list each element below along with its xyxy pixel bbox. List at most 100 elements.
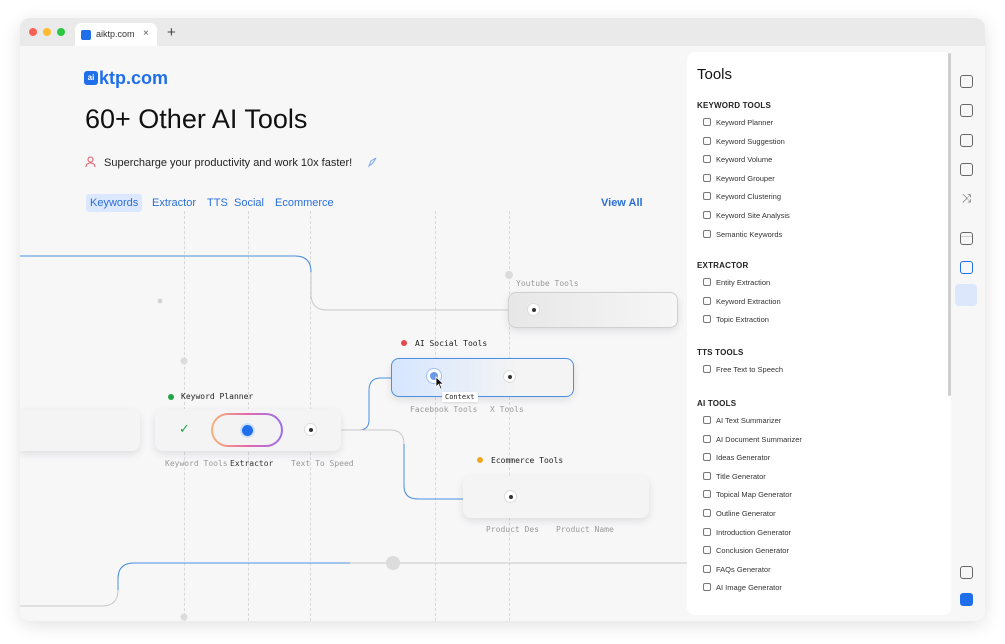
tool-label: Introduction Generator <box>716 527 792 537</box>
tools-list-item[interactable]: Ideas Generator <box>703 453 770 465</box>
tool-icon <box>703 471 711 480</box>
ecommerce-tools-card[interactable] <box>463 476 649 518</box>
tool-label: Semantic Keywords <box>716 229 783 239</box>
youtube-node[interactable] <box>528 304 539 315</box>
tools-list-item[interactable]: Topic Extraction <box>703 315 769 327</box>
tool-label: Entity Extraction <box>716 278 771 287</box>
tool-icon <box>703 136 711 145</box>
browser-window: aiktp.com × + ai ktp.com 60+ Other AI To… <box>20 18 985 621</box>
social-status-icon <box>401 340 407 346</box>
tool-label: Topic Extraction <box>716 315 769 325</box>
context-tooltip: Context <box>442 392 478 402</box>
tool-icon <box>703 416 711 424</box>
extractor-selector[interactable] <box>211 413 283 447</box>
tools-section-heading: KEYWORD TOOLS <box>697 101 772 110</box>
tool-icon <box>703 155 711 164</box>
tools-section-heading: TTS TOOLS <box>697 348 744 357</box>
tool-label: Keyword Site Analysis <box>716 211 790 220</box>
tools-panel-scrollbar[interactable] <box>948 53 951 396</box>
keyword-planner-card[interactable]: ✓ <box>155 409 341 451</box>
tools-list-item[interactable]: Keyword Site Analysis <box>703 211 790 223</box>
document-icon[interactable] <box>960 163 973 176</box>
social-tools-card[interactable] <box>391 358 574 397</box>
tools-list-item[interactable]: AI Text Summarizer <box>703 416 781 428</box>
notes-icon[interactable] <box>960 566 973 579</box>
tools-list-item[interactable]: Keyword Clustering <box>703 192 781 204</box>
tools-list-item[interactable]: Outline Generator <box>703 509 776 521</box>
tool-icon <box>703 211 711 219</box>
shuffle-icon[interactable]: ⤨ <box>960 192 973 205</box>
tool-label: Keyword Volume <box>716 155 773 165</box>
tools-list-item[interactable]: Keyword Suggestion <box>703 136 785 149</box>
tool-icon <box>703 583 711 592</box>
tools-list-item[interactable]: Topical Map Generator <box>703 490 792 502</box>
tools-list-item[interactable]: Keyword Grouper <box>703 173 775 186</box>
aiktp-logo-icon[interactable] <box>960 593 973 606</box>
tools-list-item[interactable]: Semantic Keywords <box>703 229 783 242</box>
tool-icon <box>703 434 711 443</box>
tool-label: Keyword Planner <box>716 118 774 127</box>
tools-list-item[interactable]: Keyword Volume <box>703 155 772 167</box>
tools-list-item[interactable]: Entity Extraction <box>703 278 770 290</box>
tool-icon <box>703 229 711 238</box>
tool-icon <box>703 527 711 536</box>
tools-list-item[interactable]: Keyword Extraction <box>703 296 781 309</box>
translate-icon[interactable] <box>960 104 973 117</box>
keyword-planner-status-icon <box>168 394 174 400</box>
tools-panel: Tools KEYWORD TOOLS Keyword Planner Keywor… <box>687 52 951 615</box>
tools-list-item[interactable]: Free Text to Speech <box>703 365 783 377</box>
ecommerce-tools-title: Ecommerce Tools <box>491 456 564 465</box>
new-tab-button[interactable]: + <box>167 24 176 41</box>
tool-icon <box>703 278 711 286</box>
x-tools-label: X Tools <box>490 405 524 414</box>
right-icon-rail <box>952 46 985 621</box>
keyword-tools-label: Keyword Tools <box>165 459 228 468</box>
product-name-label: Product Name <box>556 525 614 534</box>
calendar-edit-icon[interactable] <box>960 232 973 245</box>
x-tools-node[interactable] <box>504 371 515 382</box>
active-rail-highlight <box>955 284 977 306</box>
close-window-icon[interactable] <box>29 28 37 36</box>
tool-label: Ideas Generator <box>716 453 771 463</box>
tool-icon <box>703 192 711 201</box>
tool-label: Conclusion Generator <box>716 546 789 556</box>
tab-close-button[interactable]: × <box>143 28 149 39</box>
tool-label: Keyword Grouper <box>716 173 775 183</box>
tools-section-heading: AI TOOLS <box>697 399 737 408</box>
tool-label: Title Generator <box>716 471 766 481</box>
tool-label: Topical Map Generator <box>716 490 792 500</box>
tools-list-item[interactable]: AI Image Generator <box>703 583 782 595</box>
tools-list-item[interactable]: Conclusion Generator <box>703 546 789 558</box>
tool-label: Outline Generator <box>716 509 776 518</box>
image-check-icon[interactable] <box>960 134 973 147</box>
product-des-label: Product Des <box>486 525 539 534</box>
youtube-tools-card[interactable] <box>508 292 678 328</box>
tools-list-item[interactable]: Introduction Generator <box>703 527 792 540</box>
tool-icon <box>703 365 711 373</box>
offscreen-node-card <box>20 409 140 451</box>
favicon-icon <box>81 30 91 40</box>
tools-panel-title: Tools <box>697 66 733 83</box>
tool-label: AI Image Generator <box>716 583 782 593</box>
chat-icon[interactable] <box>960 75 973 88</box>
text-to-speed-node[interactable] <box>305 424 316 435</box>
tools-list-item[interactable]: Keyword Planner <box>703 118 773 130</box>
browser-tab[interactable]: aiktp.com × <box>75 23 157 46</box>
tool-label: Keyword Clustering <box>716 192 782 202</box>
maximize-window-icon[interactable] <box>57 28 65 36</box>
tool-icon <box>703 564 711 573</box>
ecommerce-node[interactable] <box>505 491 516 502</box>
minimize-window-icon[interactable] <box>43 28 51 36</box>
toolbox-icon[interactable] <box>960 261 973 274</box>
tools-list-item[interactable]: AI Document Summarizer <box>703 434 802 447</box>
youtube-tools-title: Youtube Tools <box>516 279 579 288</box>
tool-label: Keyword Extraction <box>716 296 781 306</box>
tools-list-item[interactable]: FAQs Generator <box>703 564 771 577</box>
tab-title: aiktp.com <box>96 29 135 39</box>
tool-icon <box>703 315 711 324</box>
flow-connectors <box>20 255 687 621</box>
tool-label: AI Document Summarizer <box>716 434 802 444</box>
tools-section-heading: EXTRACTOR <box>697 261 749 270</box>
extractor-label: Extractor <box>230 459 274 468</box>
tools-list-item[interactable]: Title Generator <box>703 471 766 484</box>
